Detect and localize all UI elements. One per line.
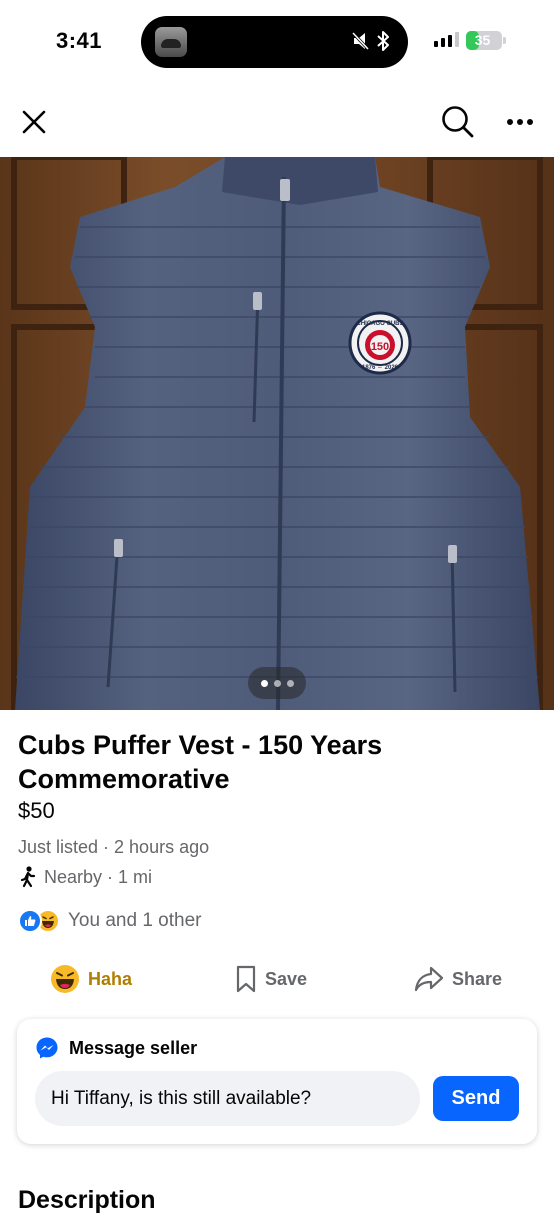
action-bar: Haha Save Share — [0, 955, 554, 1003]
walking-person-icon — [20, 866, 36, 888]
message-seller-header: Message seller — [35, 1036, 197, 1060]
message-seller-heading: Message seller — [69, 1037, 198, 1058]
messenger-icon — [36, 1037, 58, 1059]
listing-title: Cubs Puffer Vest - 150 Years Commemorati… — [18, 730, 383, 794]
bluetooth-icon — [377, 31, 389, 51]
carousel-dot-2[interactable] — [273, 679, 281, 687]
message-input[interactable]: Hi Tiffany, is this still available? — [35, 1071, 420, 1126]
close-icon — [22, 110, 46, 134]
top-navigation — [0, 84, 554, 156]
music-thumbnail-icon — [155, 27, 187, 57]
description-heading: Description — [18, 1186, 156, 1214]
carousel-dot-3[interactable] — [286, 679, 294, 687]
patch-bottom-text: 1876 ⇔ 2026 — [362, 365, 399, 371]
cellular-signal-icon — [434, 32, 459, 47]
battery-level: 35 — [474, 32, 491, 48]
listing-photo[interactable]: 150 CHICAGO CUBS 1876 ⇔ 2026 — [0, 157, 554, 710]
listing-price: $50 — [18, 798, 55, 823]
more-options-icon — [507, 119, 533, 125]
more-options-button[interactable] — [498, 100, 542, 144]
battery-charging-icon: 35 — [466, 31, 502, 50]
bookmark-icon — [236, 965, 256, 993]
dynamic-island[interactable] — [141, 16, 408, 68]
message-seller-card: Message seller Hi Tiffany, is this still… — [17, 1019, 537, 1144]
cubs-150-patch: 150 CHICAGO CUBS 1876 ⇔ 2026 — [348, 311, 412, 375]
share-arrow-icon — [414, 966, 444, 992]
status-time: 3:41 — [56, 28, 103, 53]
distance-row: Nearby · 1 mi — [18, 866, 152, 888]
status-bar: 3:41 35 — [0, 0, 554, 84]
mute-bell-icon — [352, 31, 370, 51]
listed-time: Just listed · 2 hours ago — [18, 837, 210, 857]
distance-text: Nearby · 1 mi — [44, 866, 153, 887]
carousel-indicator[interactable] — [248, 667, 306, 699]
search-icon — [442, 106, 474, 138]
share-label: Share — [452, 968, 503, 989]
haha-button[interactable]: Haha — [50, 955, 132, 1003]
haha-label: Haha — [88, 968, 133, 989]
patch-top-text: CHICAGO CUBS — [356, 321, 403, 327]
like-reaction-icon — [18, 909, 42, 933]
save-button[interactable]: Save — [235, 955, 307, 1003]
close-button[interactable] — [12, 100, 56, 144]
reactions-summary[interactable]: You and 1 other — [18, 909, 201, 933]
haha-emoji-icon — [51, 965, 79, 993]
send-button[interactable]: Send — [433, 1076, 519, 1121]
reactions-text: You and 1 other — [68, 910, 202, 931]
carousel-dot-1[interactable] — [260, 679, 268, 687]
vest-photo-illustration: 150 CHICAGO CUBS 1876 ⇔ 2026 — [0, 157, 554, 710]
patch-number: 150 — [371, 341, 389, 353]
share-button[interactable]: Share — [414, 955, 502, 1003]
search-button[interactable] — [436, 100, 480, 144]
save-label: Save — [265, 968, 308, 989]
